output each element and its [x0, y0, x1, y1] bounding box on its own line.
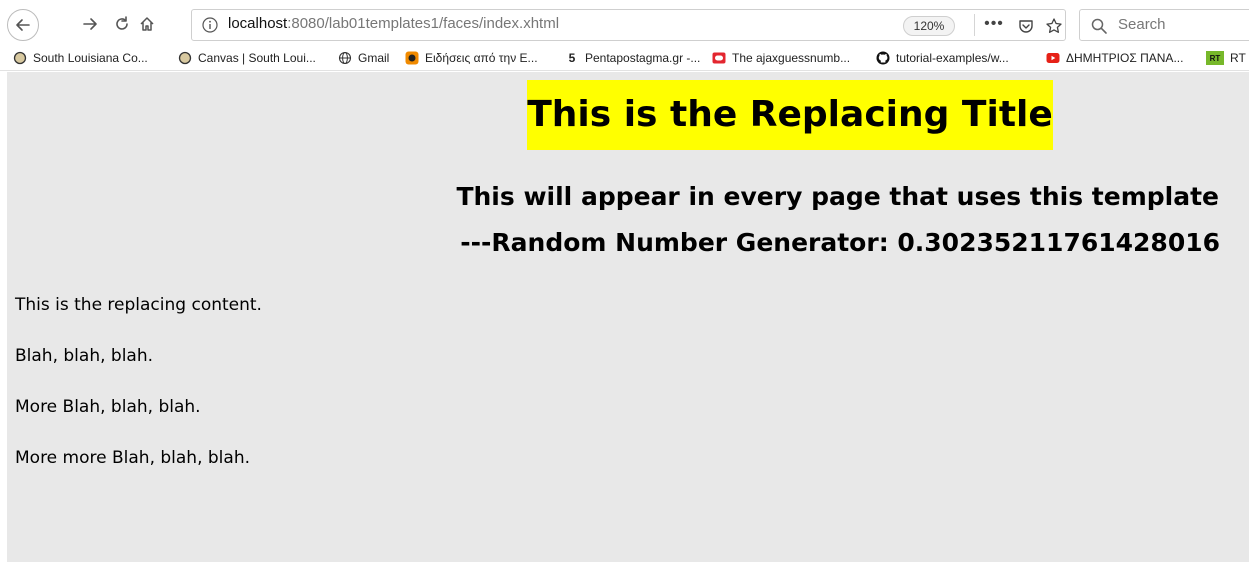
- red-rect-icon: [712, 51, 726, 65]
- reload-icon: [116, 16, 128, 30]
- page-actions-icon[interactable]: •••: [984, 14, 1004, 34]
- zoom-level-badge[interactable]: 120%: [903, 16, 955, 36]
- bookmark-tutorial-examples[interactable]: tutorial-examples/w...: [876, 49, 1009, 67]
- home-icon: [140, 17, 154, 31]
- orange-badge-icon: [405, 51, 419, 65]
- bookmark-gmail[interactable]: Gmail: [338, 49, 389, 67]
- bookmark-dimitrios[interactable]: ΔΗΜΗΤΡΙΟΣ ΠΑΝΑ...: [1046, 49, 1183, 67]
- youtube-icon: [1046, 51, 1060, 65]
- template-header-line: This will appear in every page that uses…: [456, 182, 1219, 211]
- search-icon: [1091, 18, 1107, 34]
- bookmark-pentapostagma[interactable]: 5 Pentapostagma.gr -...: [565, 49, 701, 67]
- bookmark-label: Pentapostagma.gr -...: [585, 51, 701, 65]
- page-content: This is the Replacing Title This will ap…: [7, 72, 1249, 562]
- url-bar[interactable]: localhost:8080/lab01templates1/faces/ind…: [191, 9, 1066, 41]
- bookmark-ajaxguessnumb[interactable]: The ajaxguessnumb...: [712, 49, 850, 67]
- bookmark-label: tutorial-examples/w...: [896, 51, 1009, 65]
- bookmark-label: Canvas | South Loui...: [198, 51, 316, 65]
- url-host: localhost: [228, 15, 288, 32]
- search-bar[interactable]: Search: [1079, 9, 1249, 41]
- back-button[interactable]: [7, 9, 39, 41]
- five-icon: 5: [568, 51, 576, 65]
- url-divider: [974, 14, 975, 36]
- bookmark-label: RT: [1230, 51, 1246, 65]
- bookmark-label: ΔΗΜΗΤΡΙΟΣ ΠΑΝΑ...: [1066, 51, 1184, 65]
- url-path: :8080/lab01templates1/faces/index.xhtml: [287, 15, 560, 32]
- bookmark-label: Gmail: [358, 51, 390, 65]
- forward-button[interactable]: [78, 12, 102, 36]
- content-paragraph: This is the replacing content.: [15, 295, 262, 315]
- globe-icon: [338, 51, 352, 65]
- bookmark-south-louisiana[interactable]: South Louisiana Co...: [13, 49, 148, 67]
- reload-button[interactable]: [110, 12, 134, 36]
- bookmark-eidiseis[interactable]: Ειδήσεις από την Ε...: [405, 49, 538, 67]
- random-number-line: ---Random Number Generator: 0.3023521176…: [460, 228, 1220, 257]
- search-input[interactable]: Search: [1118, 16, 1166, 33]
- bookmark-label: Ειδήσεις από την Ε...: [425, 51, 538, 65]
- browser-toolbar: localhost:8080/lab01templates1/faces/ind…: [0, 0, 1249, 46]
- content-paragraph: More Blah, blah, blah.: [15, 397, 201, 417]
- bookmark-star-icon[interactable]: [1044, 16, 1064, 36]
- circle-icon: [178, 51, 192, 65]
- bookmarks-toolbar: South Louisiana Co... Canvas | South Lou…: [0, 46, 1249, 71]
- arrow-right-icon: [83, 18, 97, 30]
- rt-icon: RT: [1206, 51, 1224, 65]
- circle-icon: [13, 51, 27, 65]
- arrow-left-icon: [16, 19, 30, 31]
- bookmark-label: South Louisiana Co...: [33, 51, 148, 65]
- page-title: This is the Replacing Title: [527, 80, 1053, 150]
- bookmark-canvas[interactable]: Canvas | South Loui...: [178, 49, 316, 67]
- content-paragraph: More more Blah, blah, blah.: [15, 448, 250, 468]
- info-icon[interactable]: [202, 17, 218, 33]
- url-text[interactable]: localhost:8080/lab01templates1/faces/ind…: [228, 15, 559, 32]
- github-icon: [876, 51, 890, 65]
- pocket-icon[interactable]: [1016, 16, 1036, 36]
- bookmark-rt[interactable]: RT RT: [1206, 49, 1246, 67]
- home-button[interactable]: [135, 12, 159, 36]
- content-paragraph: Blah, blah, blah.: [15, 346, 154, 366]
- bookmark-label: The ajaxguessnumb...: [732, 51, 851, 65]
